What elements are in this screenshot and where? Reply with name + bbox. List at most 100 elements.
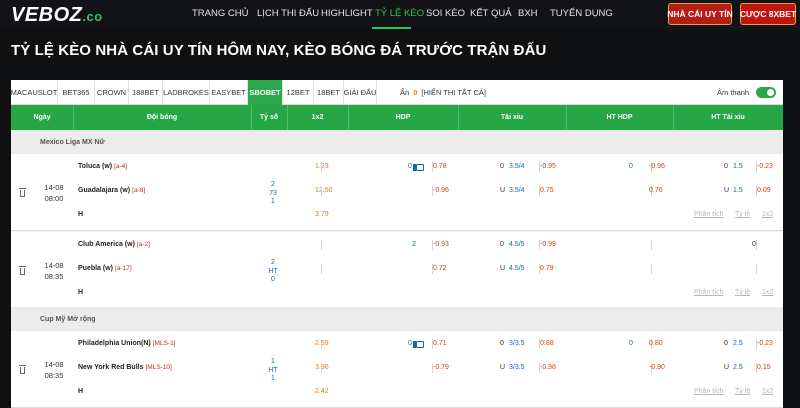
cell-divider: [321, 264, 322, 274]
match-link[interactable]: Tỷ lệ: [735, 211, 750, 218]
match-day: 14-08: [44, 360, 64, 369]
sound-toggle[interactable]: [756, 87, 776, 98]
match-date: 14-08 08:35: [39, 260, 69, 282]
bookmaker-tab[interactable]: 18BET: [314, 80, 344, 105]
odds-1x2[interactable]: 2.42: [315, 388, 329, 395]
ht-ou-odds[interactable]: 0.09: [757, 187, 771, 194]
ht-hdp-odds[interactable]: -0.90: [649, 364, 665, 371]
bookmaker-tab[interactable]: SBOBET: [248, 80, 283, 105]
ou-odds[interactable]: -0.95: [540, 163, 556, 170]
show-all-link[interactable]: [HIỂN THỊ TẤT CẢ]: [421, 88, 486, 97]
away-team[interactable]: Guadalajara (w) [a-8]: [78, 187, 145, 194]
nav-item[interactable]: LỊCH THI ĐẤU: [257, 8, 319, 19]
score-line: HT: [268, 267, 278, 275]
bookmaker-tab[interactable]: LADBROKES: [163, 80, 210, 105]
nav-item[interactable]: HIGHLIGHT: [321, 8, 373, 19]
trash-icon[interactable]: [19, 365, 26, 374]
home-team[interactable]: Philadelphia Union(N) [MLS-1]: [78, 340, 176, 347]
ou-line: 3.5/4: [509, 163, 525, 170]
nav-item[interactable]: KẾT QUẢ: [470, 8, 512, 19]
ht-ou-line: 1.5: [733, 163, 743, 170]
ht-hdp-odds[interactable]: 0.76: [649, 187, 663, 194]
ou-odds[interactable]: 0.75: [540, 187, 554, 194]
column-separator: [458, 105, 459, 130]
match-score: 2 HT 0: [266, 259, 280, 285]
draw-label: H: [78, 388, 84, 395]
ou-odds[interactable]: 0.88: [540, 340, 554, 347]
bookmaker-tab[interactable]: 188BET: [129, 80, 163, 105]
ht-ou-line: 0: [752, 241, 756, 248]
match-link[interactable]: 1x2: [762, 289, 773, 296]
odds-table-header: Ngày Đội bóng Tỷ số 1x2 HDP Tài xỉu HT HDP HT T…: [11, 105, 783, 130]
hdp-odds[interactable]: -0.79: [433, 364, 449, 371]
bookmaker-tab[interactable]: 12BET: [283, 80, 314, 105]
score-line: 1: [271, 358, 275, 365]
odds-1x2[interactable]: 3.79: [315, 211, 329, 218]
match-day: 14-08: [44, 261, 64, 270]
odds-1x2[interactable]: 12.50: [315, 187, 333, 194]
match-day: 14-08: [44, 183, 64, 192]
bookmaker-tab[interactable]: CROWN: [95, 80, 129, 105]
away-team[interactable]: New York Red Bulls [MLS-10]: [78, 364, 172, 371]
ou-line: 3/3.5: [509, 364, 525, 371]
column-header: Ngày: [33, 114, 51, 121]
match-link[interactable]: Phân tích: [694, 289, 724, 296]
nav-item[interactable]: BXH: [518, 8, 538, 19]
match-link[interactable]: Tỷ lệ: [735, 289, 750, 296]
bookmaker-tab[interactable]: EASYBET: [210, 80, 248, 105]
ht-ou-odds[interactable]: 0.15: [757, 364, 771, 371]
ht-ou-odds[interactable]: -0.23: [757, 340, 773, 347]
nav-item[interactable]: TUYỂN DỤNG: [550, 8, 613, 19]
bet-8xbet-button[interactable]: CƯỢC 8XBET: [740, 3, 796, 25]
hdp-odds[interactable]: -0.93: [433, 241, 449, 248]
column-separator: [251, 105, 252, 130]
home-team[interactable]: Toluca (w) [a-4]: [78, 163, 127, 170]
ht-ou-tag: U: [724, 364, 730, 371]
bookmaker-tab[interactable]: BET365: [58, 80, 95, 105]
ou-odds[interactable]: -0.99: [540, 241, 556, 248]
ht-ou-tag: 0: [724, 163, 728, 170]
away-rank: [a-8]: [132, 187, 146, 194]
trusted-bookmakers-button[interactable]: NHÀ CÁI UY TÍN: [667, 3, 733, 25]
tv-icon[interactable]: [413, 164, 424, 171]
bookmaker-tab[interactable]: GIẢI ĐẤU: [344, 80, 377, 105]
match-link[interactable]: Phân tích: [694, 388, 724, 395]
column-separator: [73, 105, 74, 130]
hdp-odds[interactable]: 0.72: [433, 265, 447, 272]
ht-hdp-odds[interactable]: -0.96: [649, 163, 665, 170]
ht-ou-odds[interactable]: -0.23: [757, 163, 773, 170]
tv-icon[interactable]: [413, 341, 424, 348]
match-link[interactable]: Phân tích: [694, 211, 724, 218]
ou-odds[interactable]: -0.98: [540, 364, 556, 371]
tv-box: [416, 341, 424, 348]
match-date: 14-08 08:00: [39, 182, 69, 204]
cell-divider: [321, 363, 322, 373]
hidden-matches-filter[interactable]: Ẩn 0 [HIỂN THỊ TẤT CẢ]: [400, 80, 486, 105]
trash-icon[interactable]: [19, 188, 26, 197]
hdp-odds[interactable]: -0.96: [433, 187, 449, 194]
hdp-odds[interactable]: 0.71: [433, 340, 447, 347]
hdp-odds[interactable]: 0.78: [433, 163, 447, 170]
match-link[interactable]: 1x2: [762, 211, 773, 218]
column-separator: [673, 105, 674, 130]
nav-item[interactable]: SOI KÈO: [426, 8, 465, 19]
site-logo[interactable]: VEBOZ.co: [11, 4, 103, 26]
match-time: 08:35: [44, 272, 64, 281]
match-link[interactable]: Tỷ lệ: [735, 388, 750, 395]
match-row: 14-08 08:35 Club America (w) [a-2] Puebla (w…: [11, 232, 783, 309]
ht-hdp-odds[interactable]: 0.80: [649, 340, 663, 347]
nav-item[interactable]: TỶ LỆ KÈO: [375, 8, 424, 19]
ou-line: 3/3.5: [509, 340, 525, 347]
hdp-line: 0: [408, 340, 412, 347]
ou-odds[interactable]: 0.79: [540, 265, 554, 272]
column-header: Tỷ số: [259, 114, 279, 121]
cell-divider: [321, 339, 322, 349]
home-team[interactable]: Club America (w) [a-2]: [78, 241, 150, 248]
draw-label: H: [78, 289, 84, 296]
match-score: 2 73 1: [266, 181, 280, 207]
bookmaker-tab[interactable]: MACAUSLOT: [11, 80, 58, 105]
away-team[interactable]: Puebla (w) [a-17]: [78, 265, 132, 272]
trash-icon[interactable]: [19, 266, 26, 275]
nav-item[interactable]: TRANG CHỦ: [192, 8, 248, 19]
match-link[interactable]: 1x2: [762, 388, 773, 395]
